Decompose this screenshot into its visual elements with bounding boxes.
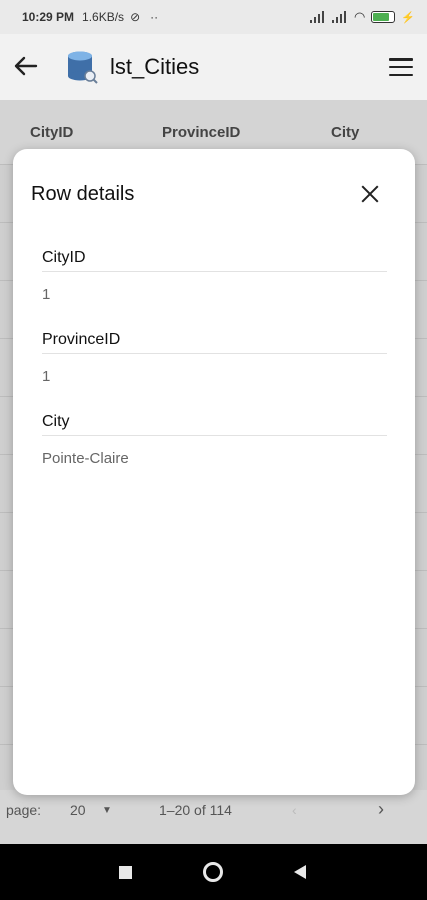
charging-icon: ⚡: [401, 11, 415, 24]
recents-icon[interactable]: [119, 866, 132, 879]
system-back-icon[interactable]: [294, 865, 306, 879]
signal-icon: [309, 11, 326, 23]
page-title: lst_Cities: [110, 54, 200, 79]
navigation-bar: [0, 844, 427, 900]
app-header: lst_Cities: [0, 34, 427, 100]
alarm-icon: ⊘: [130, 10, 141, 24]
field-label: ProvinceID: [42, 331, 387, 354]
next-page-icon[interactable]: ›: [378, 799, 384, 820]
dialog-title: Row details: [31, 183, 135, 205]
field-label: City: [42, 413, 387, 436]
field-provinceid: ProvinceID 1: [42, 331, 387, 385]
row-details-dialog: Row details CityID 1 ProvinceID 1 City P…: [13, 149, 415, 795]
field-city: City Pointe-Claire: [42, 413, 387, 467]
wifi-icon: ◠: [353, 9, 366, 24]
column-header-provinceid[interactable]: ProvinceID: [162, 124, 240, 141]
status-time: 10:29 PM: [22, 10, 75, 24]
close-icon[interactable]: [361, 185, 379, 203]
hamburger-menu-icon[interactable]: [389, 58, 413, 76]
status-dots: ··: [150, 10, 159, 24]
column-header-city[interactable]: City: [331, 124, 359, 141]
battery-icon: [371, 11, 396, 23]
dropdown-caret-icon[interactable]: ▼: [102, 805, 112, 816]
status-speed: 1.6KB/s: [82, 10, 125, 24]
signal-icon-2: [331, 11, 348, 23]
rows-per-page-label: page:: [6, 802, 42, 818]
column-header-cityid[interactable]: CityID: [30, 124, 73, 141]
field-label: CityID: [42, 249, 387, 272]
field-value: 1: [42, 368, 51, 385]
rows-per-page-select[interactable]: 20: [70, 802, 86, 818]
status-bar: 10:29 PM 1.6KB/s ⊘ ·· ◠ ⚡: [0, 0, 427, 34]
pagination-bar: page: 20 ▼ 1–20 of 114 ‹ ›: [0, 790, 427, 840]
back-arrow-icon[interactable]: [14, 52, 48, 83]
database-icon: [66, 50, 98, 84]
field-cityid: CityID 1: [42, 249, 387, 303]
field-value: 1: [42, 286, 51, 303]
pagination-range: 1–20 of 114: [159, 802, 232, 818]
prev-page-icon[interactable]: ‹: [292, 802, 297, 818]
home-icon[interactable]: [203, 862, 223, 882]
field-value: Pointe-Claire: [42, 450, 129, 467]
